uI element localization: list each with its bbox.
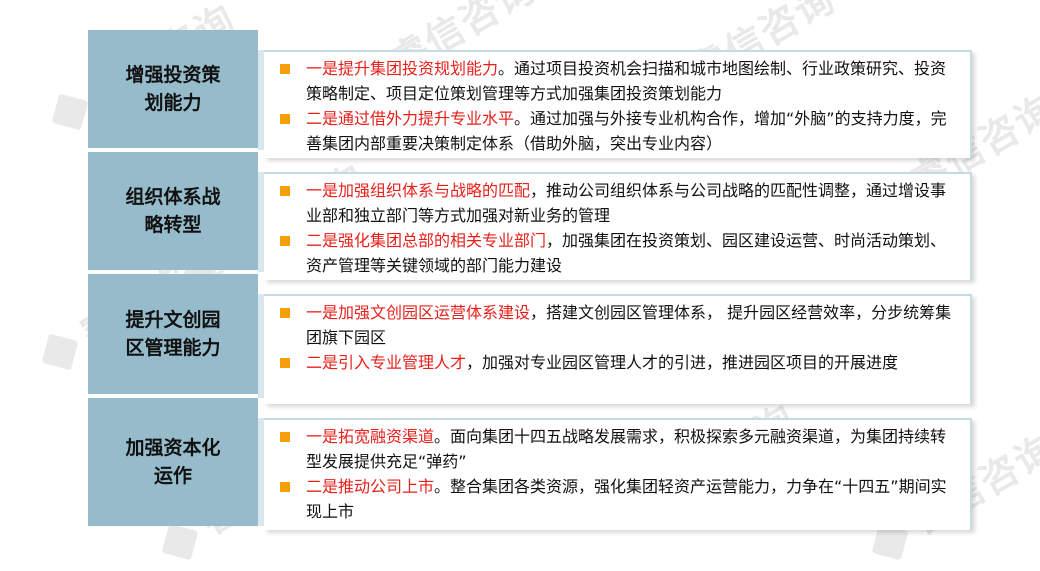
square-bullet-icon [280, 432, 290, 442]
item-highlight: 二是引入专业管理人才 [306, 353, 467, 372]
list-item: 一是拓宽融资渠道。面向集团十四五战略发展需求，积极探索多元融资渠道，为集团持续转… [280, 424, 962, 474]
square-bullet-icon [280, 236, 290, 246]
watermark-logo-icon [51, 93, 89, 130]
item-highlight: 一是提升集团投资规划能力 [306, 59, 499, 78]
item-highlight: 一是加强组织体系与战略的匹配 [306, 181, 531, 200]
square-bullet-icon [280, 358, 290, 368]
list-item: 二是强化集团总部的相关专业部门，加强集团在投资策划、园区建设运营、时尚活动策划、… [280, 228, 962, 278]
square-bullet-icon [280, 308, 290, 318]
watermark-logo-icon [41, 333, 79, 370]
item-text: ，加强对专业园区管理人才的引进，推进园区项目的开展进度 [466, 353, 899, 372]
section-label-investment: 增强投资策划能力 [88, 30, 258, 148]
section-label-cultural-park: 提升文创园区管理能力 [88, 274, 258, 394]
list-item: 二是推动公司上市。整合集团各类资源，强化集团轻资产运营能力，力争在“十四五”期间… [280, 474, 962, 524]
list-item: 一是提升集团投资规划能力。通过项目投资机会扫描和城市地图绘制、行业政策研究、投资… [280, 56, 962, 106]
list-item: 一是加强文创园区运营体系建设，搭建文创园区管理体系， 提升园区经营效率，分步统筹… [280, 300, 962, 350]
list-item: 一是加强组织体系与战略的匹配，推动公司组织体系与公司战略的匹配性调整，通过增设事… [280, 178, 962, 228]
item-highlight: 一是加强文创园区运营体系建设 [306, 303, 531, 322]
list-item: 二是通过借外力提升专业水平。通过加强与外接专业机构合作，增加“外脑”的支持力度，… [280, 106, 962, 156]
square-bullet-icon [280, 114, 290, 124]
item-highlight: 二是强化集团总部的相关专业部门 [306, 231, 547, 250]
item-highlight: 二是推动公司上市 [306, 477, 435, 496]
section-content-investment: 一是提升集团投资规划能力。通过项目投资机会扫描和城市地图绘制、行业政策研究、投资… [264, 50, 972, 158]
item-highlight: 一是拓宽融资渠道 [306, 427, 435, 446]
section-content-capitalization: 一是拓宽融资渠道。面向集团十四五战略发展需求，积极探索多元融资渠道，为集团持续转… [264, 418, 972, 530]
list-item: 二是引入专业管理人才，加强对专业园区管理人才的引进，推进园区项目的开展进度 [280, 350, 962, 375]
item-highlight: 二是通过借外力提升专业水平 [306, 109, 515, 128]
square-bullet-icon [280, 186, 290, 196]
section-label-capitalization: 加强资本化运作 [88, 398, 258, 526]
square-bullet-icon [280, 482, 290, 492]
section-label-organization: 组织体系战略转型 [88, 152, 258, 270]
watermark-logo-icon [161, 523, 199, 560]
section-content-cultural-park: 一是加强文创园区运营体系建设，搭建文创园区管理体系， 提升园区经营效率，分步统筹… [264, 294, 972, 404]
section-content-organization: 一是加强组织体系与战略的匹配，推动公司组织体系与公司战略的匹配性调整，通过增设事… [264, 172, 972, 280]
square-bullet-icon [280, 64, 290, 74]
